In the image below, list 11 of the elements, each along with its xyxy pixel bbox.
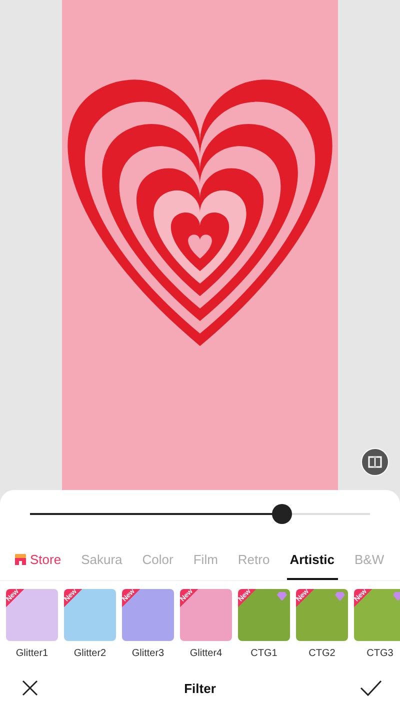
compare-icon: [367, 456, 383, 468]
compare-button[interactable]: [361, 448, 389, 476]
slider-thumb[interactable]: [272, 504, 292, 524]
store-icon: [14, 552, 27, 566]
close-button[interactable]: [20, 678, 40, 698]
confirm-button[interactable]: [360, 678, 380, 698]
store-tab[interactable]: Store: [0, 538, 72, 580]
checkmark-icon: [360, 678, 382, 698]
close-icon: [20, 678, 40, 698]
category-tab[interactable]: Artistic: [280, 538, 344, 580]
screen-title: Filter: [184, 680, 216, 696]
